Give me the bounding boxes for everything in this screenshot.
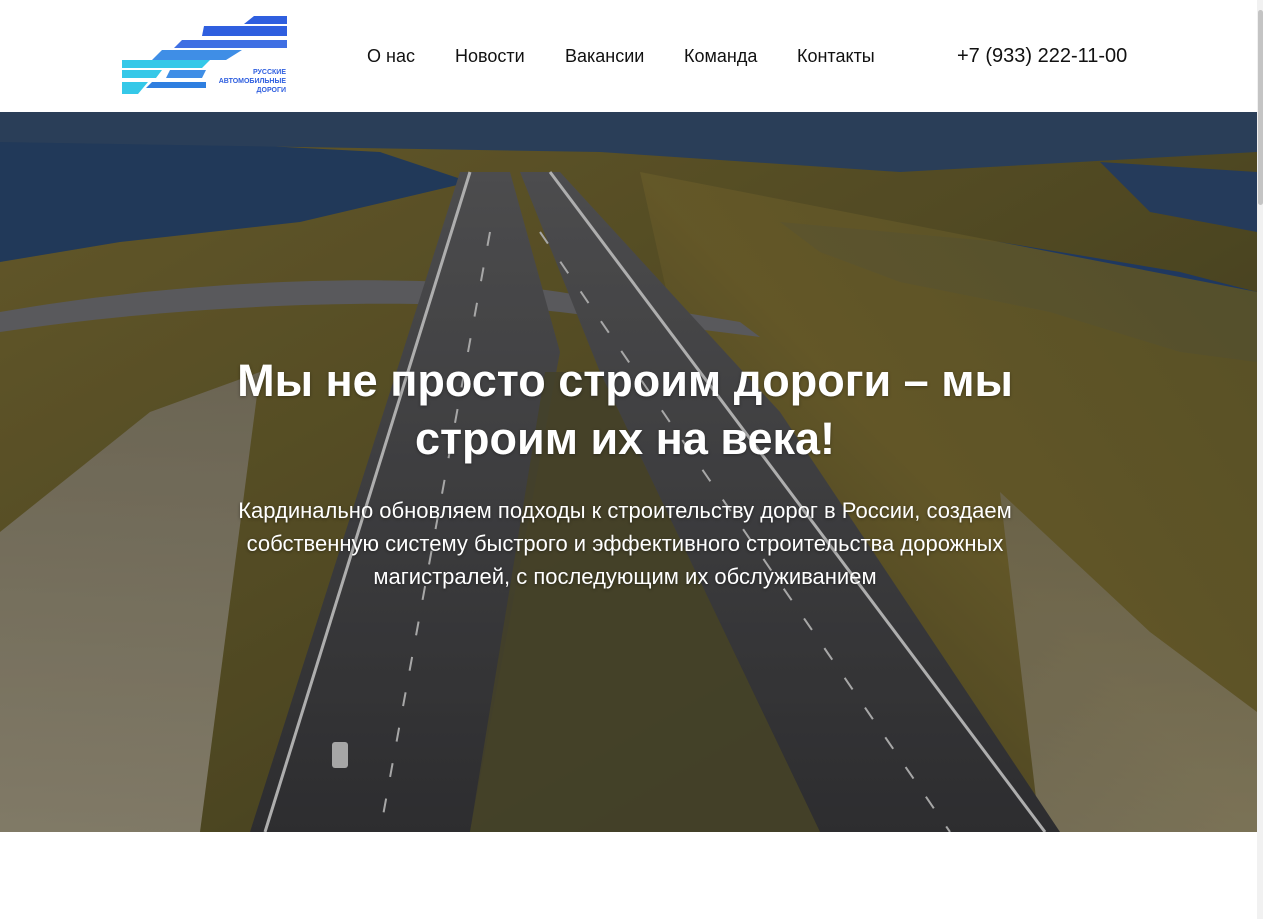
hero-subtitle: Кардинально обновляем подходы к строител…	[238, 498, 1012, 589]
logo-mark: РУССКИЕ АВТОМОБИЛЬНЫЕ ДОРОГИ	[122, 16, 287, 94]
nav-item-team[interactable]: Команда	[684, 45, 757, 67]
nav-item-news[interactable]: Новости	[455, 45, 525, 67]
scrollbar-thumb[interactable]	[1258, 10, 1263, 205]
nav-item-contacts[interactable]: Контакты	[797, 45, 875, 67]
page: РУССКИЕ АВТОМОБИЛЬНЫЕ ДОРОГИ О нас Новос…	[0, 0, 1257, 919]
svg-text:АВТОМОБИЛЬНЫЕ: АВТОМОБИЛЬНЫЕ	[219, 78, 287, 85]
phone-link[interactable]: +7 (933) 222-11-00	[957, 45, 1127, 67]
hero-title: Мы не просто строим дороги – мы строим и…	[237, 355, 1013, 464]
nav-item-vacancies[interactable]: Вакансии	[565, 45, 644, 67]
svg-text:ДОРОГИ: ДОРОГИ	[257, 87, 286, 94]
site-header: РУССКИЕ АВТОМОБИЛЬНЫЕ ДОРОГИ О нас Новос…	[0, 0, 1257, 112]
company-logo[interactable]: РУССКИЕ АВТОМОБИЛЬНЫЕ ДОРОГИ	[122, 16, 287, 96]
hero-section: Мы не просто строим дороги – мы строим и…	[0, 112, 1257, 832]
page-scrollbar[interactable]	[1257, 0, 1263, 919]
hero-overlay	[0, 112, 1257, 832]
nav-item-about[interactable]: О нас	[367, 45, 415, 67]
svg-text:РУССКИЕ: РУССКИЕ	[253, 69, 286, 76]
